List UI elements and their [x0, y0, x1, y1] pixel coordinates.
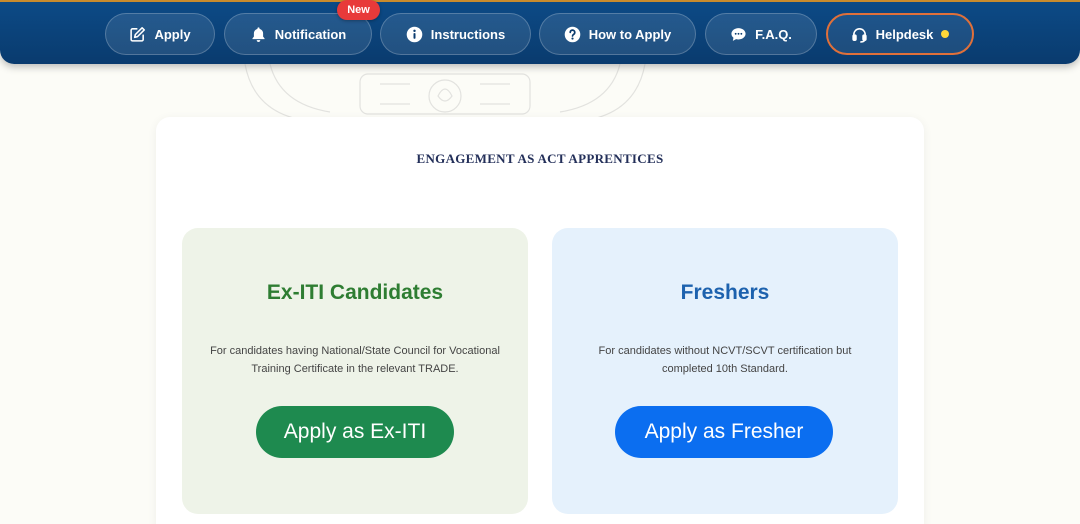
headset-icon — [851, 26, 868, 43]
nav-helpdesk-label: Helpdesk — [875, 26, 934, 42]
nav-apply-button[interactable]: Apply — [105, 13, 215, 55]
online-status-dot — [941, 30, 950, 38]
nav-faq-button[interactable]: F.A.Q. — [705, 13, 817, 55]
ex-iti-panel: Ex-ITI Candidates For candidates having … — [182, 228, 528, 514]
nav-instructions-button[interactable]: Instructions — [380, 13, 531, 55]
edit-icon — [129, 26, 146, 43]
engagement-card: ENGAGEMENT AS ACT APPRENTICES Ex-ITI Can… — [156, 117, 924, 524]
question-icon — [564, 26, 581, 43]
emblem-watermark-icon — [244, 64, 646, 123]
new-badge: New — [337, 0, 380, 20]
ex-iti-description: For candidates having National/State Cou… — [210, 345, 500, 375]
info-icon — [406, 26, 423, 43]
page-title: ENGAGEMENT AS ACT APPRENTICES — [416, 151, 664, 166]
apply-fresher-button[interactable]: Apply as Fresher — [615, 406, 833, 458]
apply-ex-iti-button[interactable]: Apply as Ex-ITI — [256, 406, 454, 458]
nav-faq-label: F.A.Q. — [755, 26, 792, 42]
ex-iti-heading: Ex-ITI Candidates — [266, 281, 444, 304]
nav-how-to-apply-label: How to Apply — [588, 26, 672, 42]
fresher-panel: Freshers For candidates without NCVT/SCV… — [552, 228, 898, 514]
bell-icon — [250, 26, 267, 43]
nav-instructions-label: Instructions — [430, 26, 506, 42]
nav-notification-label: Notification — [274, 26, 347, 42]
chat-icon — [730, 26, 747, 43]
fresher-description: For candidates without NCVT/SCVT certifi… — [598, 345, 852, 375]
nav-how-to-apply-button[interactable]: How to Apply — [539, 13, 696, 55]
fresher-heading: Freshers — [680, 281, 770, 304]
nav-helpdesk-button[interactable]: Helpdesk — [826, 13, 974, 55]
nav-apply-label: Apply — [154, 26, 191, 42]
top-navigation-bar: Apply Notification Instructions How to A… — [0, 0, 1080, 64]
